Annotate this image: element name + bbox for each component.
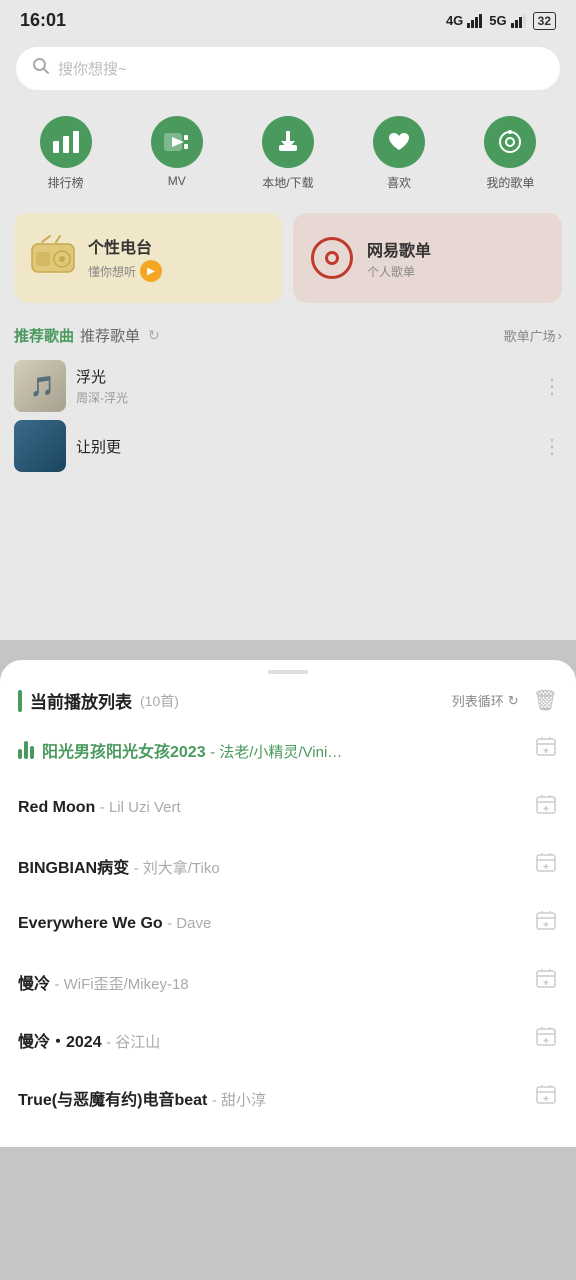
playlist-item-pl5[interactable]: 慢冷 - WiFi歪歪/Mikey-18 xyxy=(0,953,576,1011)
personal-radio-card[interactable]: 个性电台 懂你想听 ▶ xyxy=(14,213,283,303)
playlist-item-pl7[interactable]: True(与恶魔有约)电音beat - 甜小淳 xyxy=(0,1069,576,1127)
personal-radio-play-btn[interactable]: ▶ xyxy=(140,260,162,282)
song-title-2: 让别更 xyxy=(76,436,532,457)
song-item-2[interactable]: 让别更 ⋮ xyxy=(14,420,562,472)
netease-playlist-card[interactable]: 网易歌单 个人歌单 xyxy=(293,213,562,303)
nav-my-playlist-label: 我的歌单 xyxy=(486,174,534,191)
nav-mv-label: MV xyxy=(168,174,186,188)
playlist-item-add-pl4[interactable] xyxy=(534,909,558,939)
nav-favorites[interactable]: 喜欢 xyxy=(373,116,425,191)
netease-icon xyxy=(309,235,355,281)
battery-indicator: 32 xyxy=(533,12,556,30)
tab-recommended-playlists[interactable]: 推荐歌单 xyxy=(80,323,140,348)
song-title-1: 浮光 xyxy=(76,366,532,387)
playlist-item-add-pl3[interactable] xyxy=(534,851,558,881)
song-info-1: 浮光 周深-浮光 xyxy=(76,366,532,406)
nav-mv[interactable]: MV xyxy=(151,116,203,191)
playlist-song-name-pl1: 阳光男孩阳光女孩2023 - 法老/小精灵/Vini… xyxy=(42,744,342,761)
playlist-song-name-pl3: BINGBIAN病变 - 刘大拿/Tiko xyxy=(18,860,220,877)
playing-bars xyxy=(18,741,34,759)
search-bar[interactable]: 搜你想搜~ xyxy=(16,47,560,90)
signal-bars-5g-icon xyxy=(511,14,529,28)
playlist-song-name-pl6: 慢冷・2024 - 谷江山 xyxy=(18,1034,160,1051)
status-time: 16:01 xyxy=(20,10,66,31)
sheet-title-bar xyxy=(18,690,22,712)
song-thumb-2 xyxy=(14,420,66,472)
playlist-item-pl2[interactable]: Red Moon - Lil Uzi Vert xyxy=(0,779,576,837)
playlist-song-name-pl4: Everywhere We Go - Dave xyxy=(18,915,211,932)
nav-icons-row: 排行榜 MV 本地/下载 喜欢 xyxy=(0,100,576,197)
my-playlist-icon xyxy=(484,116,536,168)
search-icon xyxy=(32,57,50,80)
playlist-item-text-pl1: 阳光男孩阳光女孩2023 - 法老/小精灵/Vini… xyxy=(42,738,534,762)
signal-bars-icon xyxy=(467,14,485,28)
sheet-header: 当前播放列表 (10首) 列表循环 ↻ 🗑 xyxy=(0,674,576,721)
playlist-item-pl4[interactable]: Everywhere We Go - Dave xyxy=(0,895,576,953)
radio-icon xyxy=(30,234,76,283)
cards-row: 个性电台 懂你想听 ▶ 网易歌单 个人歌单 xyxy=(14,213,562,303)
sheet-loop-btn[interactable]: 列表循环 ↻ xyxy=(452,691,519,710)
tab-section: 推荐歌曲 推荐歌单 ↻ 歌单广场 › xyxy=(0,319,576,352)
playlist-item-pl3[interactable]: BINGBIAN病变 - 刘大拿/Tiko xyxy=(0,837,576,895)
playlist-song-name-pl7: True(与恶魔有约)电音beat - 甜小淳 xyxy=(18,1092,266,1109)
playlist-song-name-pl5: 慢冷 - WiFi歪歪/Mikey-18 xyxy=(18,976,189,993)
status-icons: 4G 5G 32 xyxy=(446,12,556,30)
personal-radio-title: 个性电台 xyxy=(88,234,162,258)
nav-ranking-label: 排行榜 xyxy=(48,174,84,191)
playlist-item-add-pl6[interactable] xyxy=(534,1025,558,1055)
ranking-icon xyxy=(40,116,92,168)
netease-sub: 个人歌单 xyxy=(367,263,431,280)
playlist-item-pl6[interactable]: 慢冷・2024 - 谷江山 xyxy=(0,1011,576,1069)
playlist-item-add-pl5[interactable] xyxy=(534,967,558,997)
status-bar: 16:01 4G 5G 32 xyxy=(0,0,576,37)
refresh-icon[interactable]: ↻ xyxy=(148,327,160,344)
nav-ranking[interactable]: 排行榜 xyxy=(40,116,92,191)
playlist-item-add-pl2[interactable] xyxy=(534,793,558,823)
personal-radio-sub: 懂你想听 ▶ xyxy=(88,260,162,282)
favorites-icon xyxy=(373,116,425,168)
sheet-title: 当前播放列表 xyxy=(30,688,132,713)
mv-icon xyxy=(151,116,203,168)
song-item-1[interactable]: 🎵 浮光 周深-浮光 ⋮ xyxy=(14,360,562,412)
nav-download[interactable]: 本地/下载 xyxy=(262,116,314,191)
tab-recommended-songs[interactable]: 推荐歌曲 xyxy=(14,323,74,348)
signal-5g: 5G xyxy=(489,13,506,28)
sheet-count: (10首) xyxy=(140,691,179,711)
sheet-delete-btn[interactable]: 🗑 xyxy=(533,688,558,713)
playlist-item-text-pl7: True(与恶魔有约)电音beat - 甜小淳 xyxy=(18,1086,534,1110)
sheet-actions: 列表循环 ↻ 🗑 xyxy=(452,688,558,713)
playlist-item-text-pl2: Red Moon - Lil Uzi Vert xyxy=(18,799,534,817)
bottom-sheet: 当前播放列表 (10首) 列表循环 ↻ 🗑 阳光男孩阳光女孩2023 - 法老/… xyxy=(0,660,576,1147)
song-more-2[interactable]: ⋮ xyxy=(542,434,562,459)
download-icon xyxy=(262,116,314,168)
playlist-link[interactable]: 歌单广场 › xyxy=(504,326,562,345)
playlist-item-text-pl5: 慢冷 - WiFi歪歪/Mikey-18 xyxy=(18,970,534,994)
song-thumb-1: 🎵 xyxy=(14,360,66,412)
playlist-item-add-pl7[interactable] xyxy=(534,1083,558,1113)
playlist-container: 阳光男孩阳光女孩2023 - 法老/小精灵/Vini… Red Moon - L… xyxy=(0,721,576,1127)
netease-title: 网易歌单 xyxy=(367,237,431,261)
playlist-item-add-pl1[interactable] xyxy=(534,735,558,765)
playlist-item-text-pl3: BINGBIAN病变 - 刘大拿/Tiko xyxy=(18,854,534,878)
song-artist-1: 周深-浮光 xyxy=(76,389,532,406)
song-info-2: 让别更 xyxy=(76,436,532,457)
signal-4g: 4G xyxy=(446,13,463,28)
song-more-1[interactable]: ⋮ xyxy=(542,374,562,399)
svg-text:🎵: 🎵 xyxy=(30,375,55,398)
nav-download-label: 本地/下载 xyxy=(262,174,313,191)
nav-favorites-label: 喜欢 xyxy=(387,174,411,191)
playlist-song-name-pl2: Red Moon - Lil Uzi Vert xyxy=(18,799,181,816)
nav-my-playlist[interactable]: 我的歌单 xyxy=(484,116,536,191)
playlist-item-text-pl4: Everywhere We Go - Dave xyxy=(18,915,534,933)
playlist-item-text-pl6: 慢冷・2024 - 谷江山 xyxy=(18,1028,534,1052)
search-placeholder: 搜你想搜~ xyxy=(58,58,127,79)
playlist-item-pl1[interactable]: 阳光男孩阳光女孩2023 - 法老/小精灵/Vini… xyxy=(0,721,576,779)
